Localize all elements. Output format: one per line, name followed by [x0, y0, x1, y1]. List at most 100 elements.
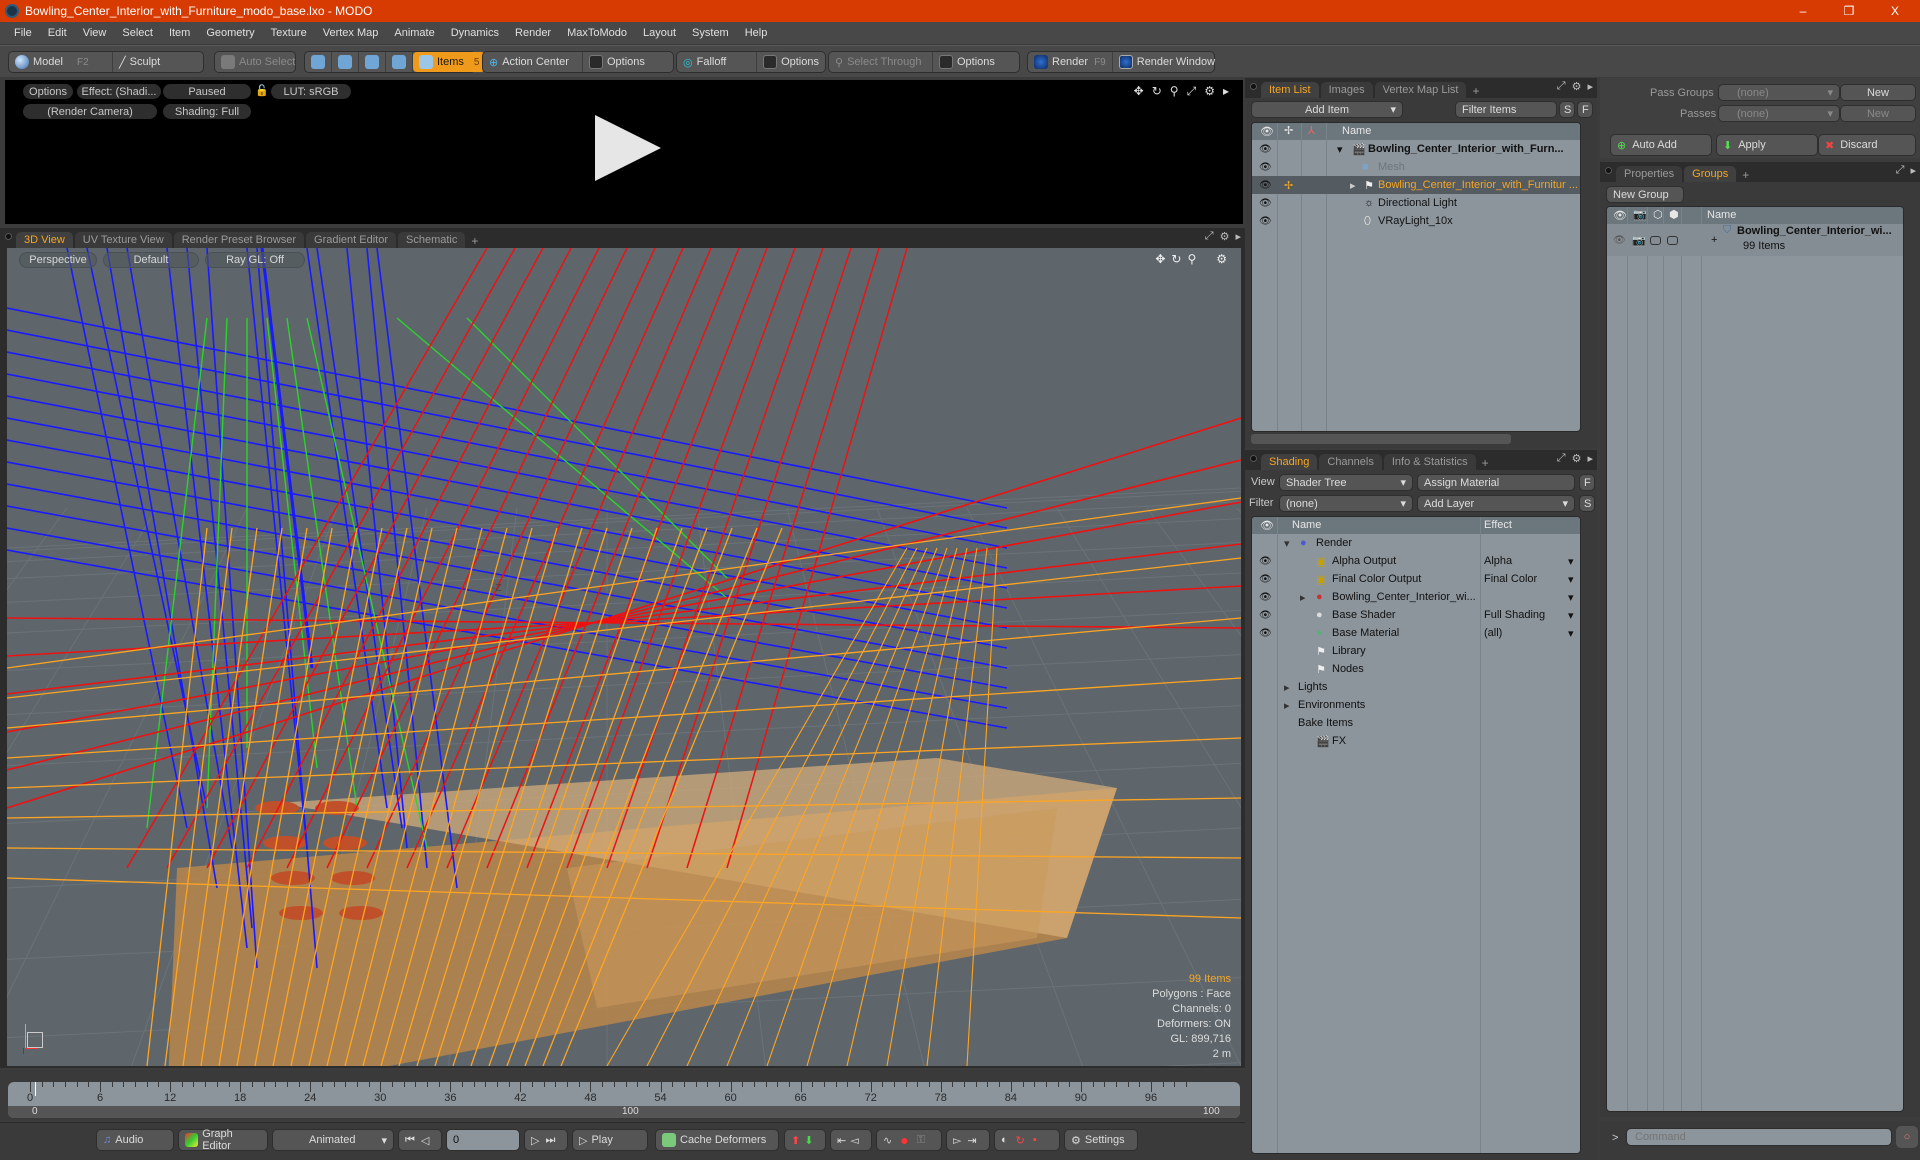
key-down-icon[interactable]: ⬇ [804, 1134, 813, 1147]
action-center-options-button[interactable]: Options [583, 52, 651, 72]
chevron-down-icon[interactable]: ▾ [1568, 555, 1574, 568]
play-button[interactable]: ▷ Play [572, 1129, 648, 1151]
edges-mode-button[interactable] [332, 52, 359, 72]
tab-item-list[interactable]: Item List [1261, 82, 1319, 98]
menu-file[interactable]: File [6, 27, 40, 39]
chevron-down-icon[interactable]: ▾ [1568, 591, 1574, 604]
lock-icon[interactable]: ✢ [1284, 179, 1293, 192]
go-to-start-icon[interactable]: ⏮ [405, 1134, 415, 1147]
arrow-right-icon[interactable]: ▸ [1235, 230, 1241, 243]
eye-icon[interactable]: 👁 [1259, 216, 1272, 227]
tab-groups[interactable]: Groups [1684, 166, 1737, 182]
menu-vertex-map[interactable]: Vertex Map [315, 27, 387, 39]
raygl-toggle[interactable]: Ray GL: Off [205, 252, 305, 268]
shader-row[interactable]: 🎬 FX [1252, 732, 1580, 750]
tab-properties[interactable]: Properties [1616, 166, 1683, 182]
menu-texture[interactable]: Texture [263, 27, 315, 39]
maximize-icon[interactable]: ⤢ [1557, 452, 1566, 465]
go-to-end-icon[interactable]: ⏭ [545, 1134, 555, 1147]
menu-help[interactable]: Help [737, 27, 776, 39]
preview-shading-dropdown[interactable]: Shading: Full [163, 104, 251, 119]
tab-channels[interactable]: Channels [1319, 454, 1382, 470]
eye-icon[interactable]: 👁 [1259, 180, 1272, 191]
tab-vertex-map-list[interactable]: Vertex Map List [1374, 82, 1467, 98]
add-tab-button[interactable]: + [467, 234, 482, 248]
auto-select-button[interactable]: Auto Select [215, 52, 301, 72]
s-button[interactable]: S [1579, 495, 1595, 512]
eye-icon[interactable]: 👁 [1259, 610, 1272, 621]
render-button[interactable]: Render F9 [1028, 52, 1113, 72]
model-mode-button[interactable]: Model F2 [9, 52, 113, 72]
falloff-options-button[interactable]: Options [757, 52, 825, 72]
name-column-header[interactable]: Name [1342, 125, 1371, 137]
f-button[interactable]: F [1577, 101, 1593, 118]
item-row[interactable]: 👁 ⬯ VRayLight_10x [1252, 212, 1580, 230]
prev-key-icon[interactable]: ⇤ [837, 1134, 846, 1147]
shader-row[interactable]: ⚑ Library [1252, 642, 1580, 660]
menu-system[interactable]: System [684, 27, 737, 39]
menu-item[interactable]: Item [161, 27, 198, 39]
eye-icon[interactable]: 👁 [1259, 144, 1272, 155]
shader-row[interactable]: 👁 ▸ ● Bowling_Center_Interior_wi... ▾ [1252, 588, 1580, 606]
gear-icon[interactable]: ⚙ [1572, 80, 1582, 93]
timeline-ruler[interactable]: 0 6 12 18 24 30 36 42 48 54 60 66 72 78 84 90 96 0 100 1… [8, 1082, 1240, 1118]
name-column-header[interactable]: Name [1707, 209, 1736, 221]
polygons-mode-button[interactable] [359, 52, 386, 72]
tab-3d-view[interactable]: 3D View [16, 232, 73, 248]
shader-row[interactable]: ▸ Environments [1252, 696, 1580, 714]
preview-effect-dropdown[interactable]: Effect: (Shadi... [77, 84, 161, 99]
menu-select[interactable]: Select [114, 27, 161, 39]
tab-uv-texture-view[interactable]: UV Texture View [74, 232, 172, 248]
move-icon[interactable]: ✥ [1134, 84, 1144, 99]
apply-button[interactable]: ⬇ Apply [1716, 134, 1818, 156]
shader-row[interactable]: 👁 ▣ Final Color Output Final Color ▾ [1252, 570, 1580, 588]
preview-lut-dropdown[interactable]: LUT: sRGB [271, 84, 351, 99]
view-dropdown[interactable]: Shader Tree ▾ [1279, 474, 1413, 491]
rotate-icon[interactable]: ↻ [1152, 84, 1162, 99]
tab-schematic[interactable]: Schematic [398, 232, 466, 248]
add-tab-button[interactable]: + [1738, 168, 1753, 182]
tab-info-statistics[interactable]: Info & Statistics [1383, 454, 1476, 470]
panel-menu-icon[interactable] [1250, 83, 1257, 90]
animated-dropdown[interactable]: Animated ▾ [272, 1129, 394, 1151]
gear-icon[interactable]: ⚙ [1216, 252, 1227, 266]
rotate-icon[interactable]: ↻ [1171, 252, 1181, 266]
graph-editor-button[interactable]: Graph Editor [178, 1128, 268, 1152]
tab-shading[interactable]: Shading [1261, 454, 1318, 470]
frame-input[interactable]: 0 [446, 1129, 520, 1151]
loop-icon[interactable]: ◐ [1001, 1134, 1008, 1146]
panel-menu-icon[interactable] [1605, 167, 1612, 174]
items-mode-button[interactable]: Items 5 [413, 52, 486, 72]
passes-dropdown[interactable]: (none) ▾ [1718, 105, 1840, 122]
menu-edit[interactable]: Edit [40, 27, 75, 39]
settings-button[interactable]: ⚙ Settings [1064, 1129, 1138, 1151]
keyframe-icon[interactable]: ▪ [1033, 1134, 1037, 1146]
menu-animate[interactable]: Animate [386, 27, 442, 39]
close-button[interactable]: X [1872, 0, 1918, 22]
maximize-icon[interactable]: ⤢ [1187, 84, 1197, 99]
cache-deformers-button[interactable]: Cache Deformers [655, 1129, 779, 1151]
maximize-icon[interactable]: ⤢ [1205, 230, 1214, 243]
expand-arrow-icon[interactable]: ▸ [1350, 179, 1356, 192]
preview-camera-dropdown[interactable]: (Render Camera) [23, 104, 157, 119]
step-back-icon[interactable]: ◁ [421, 1134, 429, 1147]
chevron-down-icon[interactable]: ▾ [1568, 609, 1574, 622]
key-up-icon[interactable]: ⬆ [791, 1134, 800, 1147]
gear-icon[interactable]: ⚙ [1204, 84, 1215, 99]
tab-gradient-editor[interactable]: Gradient Editor [306, 232, 396, 248]
render-window-button[interactable]: Render Window [1113, 52, 1221, 72]
chevron-down-icon[interactable]: ▾ [1568, 573, 1574, 586]
menu-maxtomodo[interactable]: MaxToModo [559, 27, 635, 39]
add-tab-button[interactable]: + [1468, 84, 1483, 98]
auto-add-button[interactable]: ⊕ Auto Add [1610, 134, 1712, 156]
last-key-icon[interactable]: ⇥ [967, 1134, 976, 1147]
add-item-dropdown[interactable]: Add Item ▾ [1251, 101, 1403, 118]
preview-paused-button[interactable]: Paused [163, 84, 251, 99]
scene-canvas[interactable]: -Z [7, 248, 1241, 1066]
render-preview[interactable]: Options Effect: (Shadi... Paused 🔓 LUT: … [5, 80, 1243, 224]
filter-dropdown[interactable]: (none) ▾ [1279, 495, 1413, 512]
preview-options-button[interactable]: Options [23, 84, 73, 99]
camera-icon[interactable]: 📷 [1632, 234, 1646, 247]
panel-menu-icon[interactable] [5, 233, 12, 240]
command-history-button[interactable]: ○ [1896, 1126, 1918, 1148]
